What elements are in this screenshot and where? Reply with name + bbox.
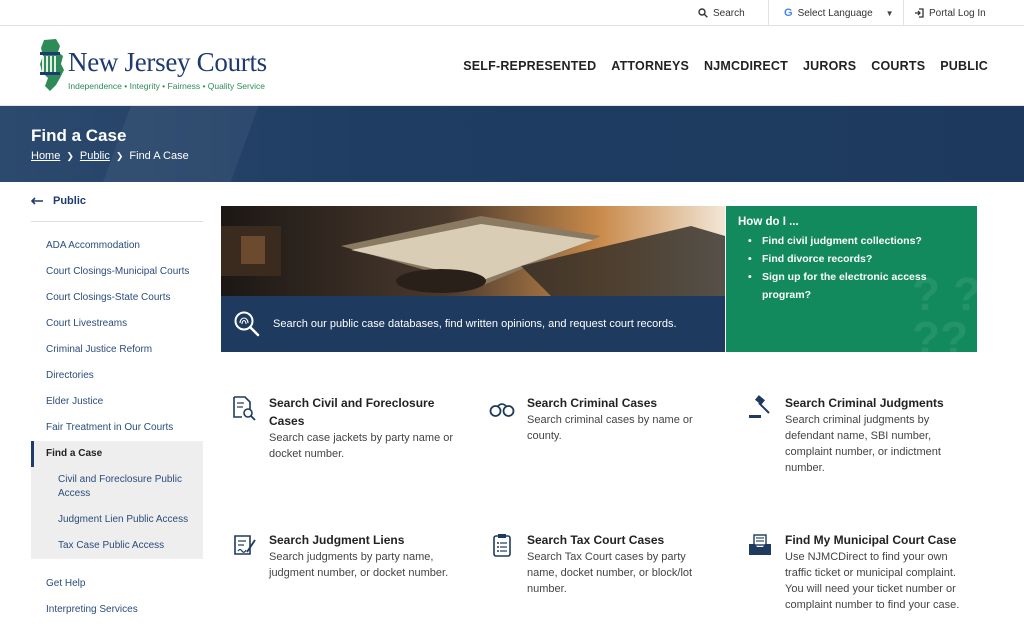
nav-public[interactable]: PUBLIC [940,59,988,73]
breadcrumb-current: Find A Case [129,150,189,162]
card-description: Search criminal cases by name or county. [527,414,693,442]
sidebar-item-elder-justice[interactable]: Elder Justice [31,389,203,415]
sidebar-item-get-help[interactable]: Get Help [31,559,203,597]
logo-title: New Jersey Courts [68,47,267,77]
how-do-i-title: How do I ... [738,216,799,228]
nav-njmcdirect[interactable]: NJMCDIRECT [704,59,788,73]
hero-photo [221,206,725,296]
sidebar-item-label: Fair Treatment in Our Courts [46,422,174,433]
sidebar-item-label: Court Closings-Municipal Courts [46,266,190,277]
card-title: Find My Municipal Court Case [785,533,957,547]
mail-tray-icon [749,534,771,555]
clipboard-icon [493,534,511,557]
sidebar-back-link[interactable]: Public [31,191,203,211]
card-description: Search case jackets by party name or doc… [269,432,454,460]
search-icon [698,8,708,18]
fingerprint-search-icon [234,311,260,337]
card-municipal-court-case[interactable]: Find My Municipal Court Case Use NJMCDir… [747,531,977,613]
card-civil-foreclosure[interactable]: Search Civil and Foreclosure Cases Searc… [231,394,461,462]
utility-bar: Search G Select Language ▼ Portal Log In [0,0,1024,26]
card-description: Search judgments by party name, judgment… [269,551,449,579]
login-icon [915,8,924,18]
page-banner: Find a Case Home ❯ Public ❯ Find A Case [0,106,1024,182]
google-icon: G [784,7,793,19]
card-tax-court-cases[interactable]: Search Tax Court Cases Search Tax Court … [489,531,719,597]
nav-self-represented[interactable]: SELF-REPRESENTED [463,59,596,73]
sidebar-item-label: Interpreting Services [46,604,138,615]
language-label: Select Language [797,7,873,19]
sidebar-item-label: ADA Accommodation [46,240,140,251]
portal-login-label: Portal Log In [929,7,986,19]
card-title: Search Criminal Cases [527,396,658,410]
sidebar-item-directories[interactable]: Directories [31,363,203,389]
card-criminal-judgments[interactable]: Search Criminal Judgments Search crimina… [747,394,977,476]
portal-login-link[interactable]: Portal Log In [914,0,986,26]
how-do-i-link-electronic-access[interactable]: Sign up for the electronic access progra… [738,268,965,304]
sidebar-item-fair-treatment[interactable]: Fair Treatment in Our Courts [31,415,203,441]
site-header: New Jersey Courts Independence • Integri… [0,26,1024,106]
sidebar-item-label: Court Livestreams [46,318,128,329]
nj-state-seal-icon [40,39,64,91]
hero-caption-text: Search our public case databases, find w… [273,317,677,330]
utility-search-link[interactable]: Search [698,0,745,26]
card-title: Search Criminal Judgments [785,396,944,410]
sidebar-item-label: Elder Justice [46,396,104,407]
how-do-i-list: Find civil judgment collections? Find di… [738,232,965,304]
utility-search-label: Search [713,7,745,19]
sidebar-item-interpreting-services[interactable]: Interpreting Services [31,597,203,623]
sidebar-subitem-judgment-lien[interactable]: Judgment Lien Public Access [31,507,203,533]
card-judgment-liens[interactable]: Search Judgment Liens Search judgments b… [231,531,461,581]
breadcrumb-public[interactable]: Public [80,150,110,162]
hero-caption: Search our public case databases, find w… [221,296,725,352]
chevron-right-icon: ❯ [115,150,124,161]
card-description: Search criminal judgments by defendant n… [785,414,941,474]
logo-tagline: Independence • Integrity • Fairness • Qu… [68,81,265,91]
sidebar-list: ADA Accommodation Court Closings-Municip… [31,222,203,623]
sidebar-item-label: Get Help [46,578,86,589]
sidebar-item-label: Court Closings-State Courts [46,292,171,303]
sidebar-subitem-tax-case[interactable]: Tax Case Public Access [31,533,203,559]
document-search-icon [233,396,256,421]
card-description: Search Tax Court cases by party name, do… [527,551,693,595]
sidebar-item-find-a-case[interactable]: Find a Case [31,441,203,467]
sidebar-item-court-closings-state[interactable]: Court Closings-State Courts [31,285,203,311]
card-description: Use NJMCDirect to find your own traffic … [785,551,960,611]
nav-courts[interactable]: COURTS [871,59,925,73]
handcuffs-icon [489,403,515,417]
sidebar-item-label: Tax Case Public Access [58,540,165,551]
page-title: Find a Case [31,126,127,145]
hero-image [221,206,725,296]
how-do-i-panel: ? ??? How do I ... Find civil judgment c… [726,206,977,352]
sidebar-back-label: Public [53,195,87,207]
sidebar-item-label: Directories [46,370,94,381]
nav-attorneys[interactable]: ATTORNEYS [611,59,689,73]
signed-document-icon [234,535,256,555]
sidebar-item-criminal-justice-reform[interactable]: Criminal Justice Reform [31,337,203,363]
language-selector[interactable]: G Select Language ▼ [768,0,904,26]
sidebar-item-label: Find a Case [46,448,103,459]
card-criminal-cases[interactable]: Search Criminal Cases Search criminal ca… [489,394,719,444]
breadcrumb-home[interactable]: Home [31,150,60,162]
arrow-left-icon [31,197,43,205]
card-title: Search Tax Court Cases [527,533,665,547]
how-do-i-link-civil-judgment[interactable]: Find civil judgment collections? [738,232,965,250]
how-do-i-link-divorce[interactable]: Find divorce records? [738,250,965,268]
chevron-right-icon: ❯ [66,150,74,161]
sidebar-item-ada[interactable]: ADA Accommodation [31,222,203,259]
gavel-icon [749,395,770,418]
sidebar-item-court-closings-municipal[interactable]: Court Closings-Municipal Courts [31,259,203,285]
card-title: Search Judgment Liens [269,533,405,547]
sidebar-item-label: Criminal Justice Reform [46,344,153,355]
sidebar-item-label: Judgment Lien Public Access [58,514,189,525]
sidebar: Public ADA Accommodation Court Closings-… [31,191,203,623]
caret-down-icon: ▼ [885,8,894,18]
main-nav: SELF-REPRESENTED ATTORNEYS NJMCDIRECT JU… [463,59,988,73]
sidebar-subitem-civil-foreclosure[interactable]: Civil and Foreclosure Public Access [31,467,203,507]
nav-jurors[interactable]: JURORS [803,59,856,73]
breadcrumb: Home ❯ Public ❯ Find A Case [31,150,189,162]
site-logo[interactable]: New Jersey Courts Independence • Integri… [36,37,276,97]
sidebar-item-label: Civil and Foreclosure Public Access [58,474,182,499]
sidebar-item-court-livestreams[interactable]: Court Livestreams [31,311,203,337]
card-title: Search Civil and Foreclosure Cases [269,396,435,428]
